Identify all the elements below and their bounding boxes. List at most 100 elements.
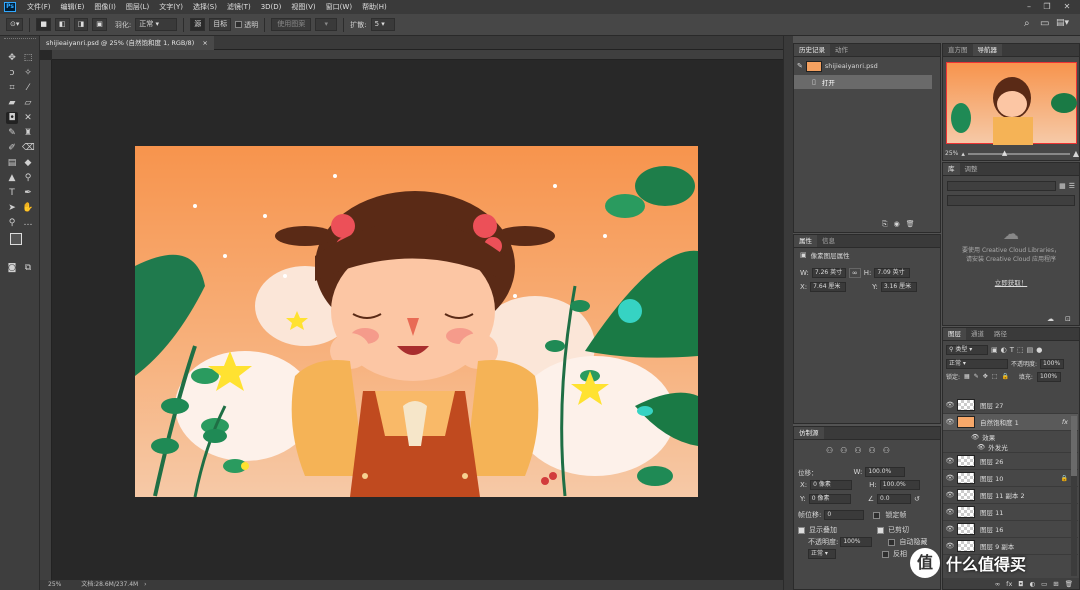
lock-transparency-icon[interactable]: ▦ <box>964 373 970 380</box>
marquee-tool-icon[interactable]: ⬚ <box>22 52 34 64</box>
visibility-eye-icon[interactable]: 👁 <box>943 457 957 465</box>
workspace-switcher-icon[interactable]: ▤▾ <box>1056 18 1069 28</box>
intersect-selection-icon[interactable]: ▣ <box>92 18 107 31</box>
visibility-eye-icon[interactable]: 👁 <box>943 491 957 499</box>
document-info[interactable]: 文档:28.6M/237.4M <box>81 581 138 588</box>
clone-y-field[interactable]: 0 像素 <box>808 494 851 504</box>
zoom-slider[interactable]: ▲ <box>967 149 1070 157</box>
clone-source-3-icon[interactable]: ⚇ <box>854 446 861 455</box>
menu-type[interactable]: 文字(Y) <box>154 2 188 12</box>
clone-source-5-icon[interactable]: ⚇ <box>883 446 890 455</box>
tab-paths[interactable]: 路径 <box>989 328 1012 340</box>
close-tab-icon[interactable]: × <box>202 39 207 47</box>
layer-row[interactable]: 👁 图层 27 <box>943 397 1078 414</box>
cloud-sync-icon[interactable]: ☁ <box>1047 315 1054 323</box>
document-tab[interactable]: shijieaiyanri.psd @ 25% (自然饱和度 1, RGB/8)… <box>40 36 214 50</box>
pen-tool-icon[interactable]: ✒ <box>22 187 34 199</box>
toolbar-grip[interactable] <box>4 38 36 41</box>
layer-row[interactable]: 👁 图层 11 副本 2 <box>943 487 1078 504</box>
effects-row[interactable]: 👁 效果 <box>943 431 1078 442</box>
eraser-tool-icon[interactable]: ⌫ <box>22 142 35 154</box>
filter-type-icon[interactable]: T <box>1010 346 1014 354</box>
clone-source-4-icon[interactable]: ⚇ <box>869 446 876 455</box>
layer-row[interactable]: 👁 图层 16 <box>943 521 1078 538</box>
zoom-in-icon[interactable]: ▲ <box>1073 149 1079 158</box>
library-search-input[interactable] <box>947 195 1075 206</box>
pattern-picker[interactable]: ▾ <box>315 18 338 31</box>
clone-source-1-icon[interactable]: ⚇ <box>826 446 833 455</box>
move-tool-icon[interactable]: ✥ <box>6 52 18 64</box>
tab-history[interactable]: 历史记录 <box>794 44 830 56</box>
subtract-selection-icon[interactable]: ◨ <box>73 18 89 31</box>
navigator-zoom[interactable]: 25% <box>945 150 958 157</box>
library-select[interactable] <box>947 181 1057 191</box>
menu-layer[interactable]: 图层(L) <box>121 2 154 12</box>
filter-adjustment-icon[interactable]: ◐ <box>1001 346 1007 354</box>
clipped-checkbox[interactable] <box>877 526 884 534</box>
sharpen-tool-icon[interactable]: ▲ <box>6 172 18 184</box>
lasso-tool-icon[interactable]: ↄ <box>6 67 18 79</box>
tab-properties[interactable]: 属性 <box>794 235 817 247</box>
trash-icon[interactable]: 🗑 <box>906 220 915 229</box>
layer-row-selected[interactable]: 👁 自然饱和度 1 fx <box>943 414 1078 431</box>
layer-fill-field[interactable]: 100% <box>1036 371 1061 382</box>
screen-mode-icon[interactable]: ⧉ <box>22 262 34 274</box>
effects-eye-icon[interactable]: 👁 <box>971 433 979 441</box>
width-field[interactable]: 7.26 英寸 <box>811 268 846 278</box>
outer-glow-eye-icon[interactable]: 👁 <box>977 443 985 451</box>
tab-adjustments[interactable]: 调整 <box>960 163 983 175</box>
clone-angle-field[interactable]: 0.0 <box>877 494 911 504</box>
add-style-icon[interactable]: fx <box>1006 580 1012 588</box>
tab-navigator[interactable]: 导航器 <box>972 44 1002 56</box>
layer-row[interactable]: 👁 图层 11 <box>943 504 1078 521</box>
new-adjustment-icon[interactable]: ◐ <box>1029 580 1035 588</box>
layer-row[interactable]: 👁 图层 10 🔒 <box>943 470 1078 487</box>
filter-toggle-icon[interactable]: ● <box>1036 346 1042 354</box>
library-info-icon[interactable]: ⊡ <box>1065 315 1071 323</box>
tab-actions[interactable]: 动作 <box>830 44 853 56</box>
clone-stamp-tool-icon[interactable]: ♜ <box>22 127 34 139</box>
lock-pixels-icon[interactable]: ✎ <box>974 373 979 380</box>
restore-icon[interactable]: ❐ <box>1038 0 1056 14</box>
type-tool-icon[interactable]: T <box>6 187 18 199</box>
new-layer-icon[interactable]: ⊞ <box>1053 580 1058 588</box>
workspace-icon[interactable]: ▭ <box>1040 18 1049 29</box>
x-field[interactable]: 7.64 厘米 <box>810 282 847 292</box>
history-snapshot[interactable]: ✎ shijieaiyanri.psd <box>794 57 940 75</box>
patch-tool-icon[interactable]: ◘ <box>6 112 18 124</box>
show-overlay-checkbox[interactable] <box>798 526 805 534</box>
menu-view[interactable]: 视图(V) <box>286 2 320 12</box>
foreground-color-swatch[interactable] <box>10 233 22 245</box>
clone-height-field[interactable]: 100.0% <box>879 480 920 490</box>
canvas-artwork[interactable] <box>135 146 698 497</box>
reset-transform-icon[interactable]: ↺ <box>914 495 920 503</box>
menu-window[interactable]: 窗口(W) <box>321 2 357 12</box>
grid-view-icon[interactable]: ▦ <box>1059 182 1066 190</box>
navigator-preview[interactable] <box>946 62 1077 145</box>
eyedropper-tool-icon[interactable]: ⁄ <box>22 82 34 94</box>
patch-tool-preset-icon[interactable]: ⊙▾ <box>6 18 24 31</box>
crop-tool-icon[interactable]: ⌗ <box>6 82 18 94</box>
visibility-eye-icon[interactable]: 👁 <box>943 508 957 516</box>
new-document-from-state-icon[interactable]: ⎘ <box>882 220 888 229</box>
lock-frame-checkbox[interactable] <box>873 511 881 519</box>
filter-smart-icon[interactable]: ▤ <box>1027 346 1034 354</box>
spot-healing-tool-icon[interactable]: ▱ <box>22 97 34 109</box>
magic-wand-tool-icon[interactable]: ✧ <box>22 67 34 79</box>
new-selection-icon[interactable]: ■ <box>36 18 52 31</box>
layers-scrollbar[interactable] <box>1071 416 1077 576</box>
auto-hide-checkbox[interactable] <box>888 538 896 546</box>
healing-brush-tool-icon[interactable]: ▰ <box>6 97 18 109</box>
height-field[interactable]: 7.09 英寸 <box>874 268 911 278</box>
zoom-out-icon[interactable]: ▴ <box>961 150 965 158</box>
menu-filter[interactable]: 滤镜(T) <box>222 2 256 12</box>
gradient-tool-icon[interactable]: ▤ <box>6 157 18 169</box>
filter-shape-icon[interactable]: ⬚ <box>1017 346 1024 354</box>
lock-all-icon[interactable]: 🔒 <box>1001 373 1008 380</box>
visibility-eye-icon[interactable]: 👁 <box>943 418 957 426</box>
menu-select[interactable]: 选择(S) <box>188 2 222 12</box>
menu-3d[interactable]: 3D(D) <box>256 3 287 11</box>
lock-position-icon[interactable]: ✥ <box>983 373 988 380</box>
close-icon[interactable]: ✕ <box>1058 0 1076 14</box>
menu-file[interactable]: 文件(F) <box>22 2 56 12</box>
